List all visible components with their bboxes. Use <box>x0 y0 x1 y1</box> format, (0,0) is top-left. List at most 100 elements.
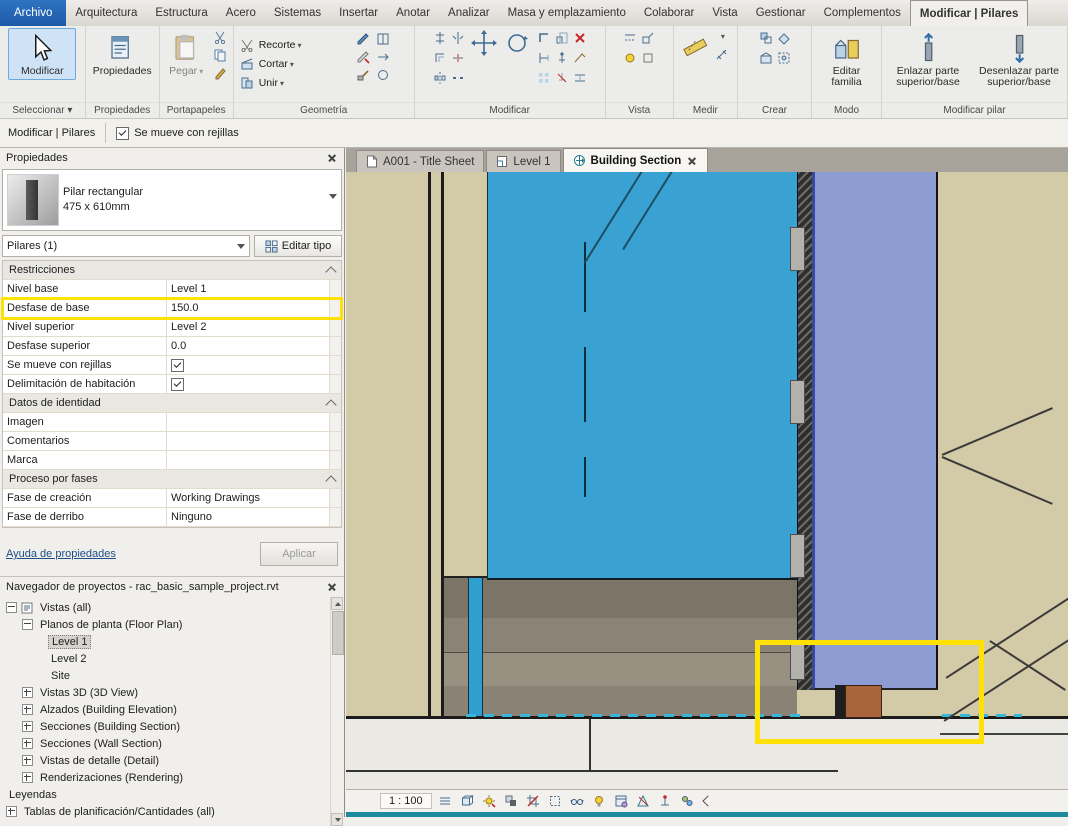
desfase-icon[interactable] <box>431 49 448 66</box>
opciones-geometria-icon[interactable] <box>375 66 392 83</box>
tree-item-level-1[interactable]: Level 1 <box>0 633 344 650</box>
propiedades-button[interactable]: Propiedades <box>91 28 153 80</box>
propagar-extensiones-icon[interactable] <box>571 69 588 86</box>
project-browser-scrollbar[interactable] <box>330 597 344 826</box>
tab-masa-y-emplazamiento[interactable]: Masa y emplazamiento <box>499 0 635 26</box>
crear-similar-icon[interactable] <box>757 29 774 46</box>
show-crop-region-icon[interactable] <box>546 793 564 810</box>
group-label-modificar[interactable]: Modificar <box>414 102 605 118</box>
row-desfase-de-base[interactable]: Desfase de base 150.0 <box>1 297 343 320</box>
checkbox-checked-icon[interactable] <box>116 126 130 140</box>
group-label-portapapeles[interactable]: Portapapeles <box>159 102 233 118</box>
expander-plus-icon[interactable] <box>22 721 33 732</box>
expander-plus-icon[interactable] <box>22 687 33 698</box>
visual-style-icon[interactable] <box>458 793 476 810</box>
editar-familia-button[interactable]: Editar familia <box>815 28 878 91</box>
property-value[interactable]: Level 2 <box>167 318 329 336</box>
project-browser-header[interactable]: Navegador de proyectos - rac_basic_sampl… <box>0 576 344 597</box>
checkbox-checked-icon[interactable] <box>171 377 184 391</box>
recortar-esquina-icon[interactable] <box>535 29 552 46</box>
tab-modificar-pilares[interactable]: Modificar | Pilares <box>909 0 1029 27</box>
desanclar-icon[interactable] <box>553 69 570 86</box>
section-datos-identidad[interactable]: Datos de identidad <box>3 394 341 413</box>
temporary-view-properties-icon[interactable] <box>612 793 630 810</box>
row-comentarios[interactable]: Comentarios <box>3 432 341 451</box>
igualar-tipo-icon[interactable] <box>571 49 588 66</box>
recorte-button[interactable]: Recorte <box>237 36 304 55</box>
cortar-al-portapapeles-icon[interactable] <box>211 28 228 45</box>
tree-item-secciones-wall[interactable]: Secciones (Wall Section) <box>0 735 344 752</box>
tab-gestionar[interactable]: Gestionar <box>747 0 815 26</box>
group-label-crear[interactable]: Crear <box>738 102 811 118</box>
close-view-tab-icon[interactable] <box>686 155 698 167</box>
modificar-button[interactable]: Modificar <box>8 28 77 80</box>
medir-regla-icon[interactable] <box>680 28 710 58</box>
group-label-medir[interactable]: Medir <box>673 102 737 118</box>
rotar-icon[interactable] <box>502 28 532 58</box>
hide-analytical-model-icon[interactable] <box>634 793 652 810</box>
property-value[interactable] <box>167 432 329 450</box>
sun-path-icon[interactable] <box>480 793 498 810</box>
collapse-chevron-icon[interactable] <box>325 474 337 487</box>
detail-level-icon[interactable] <box>436 793 454 810</box>
property-value[interactable]: Working Drawings <box>167 489 329 507</box>
tab-arquitectura[interactable]: Arquitectura <box>66 0 146 26</box>
tab-archivo[interactable]: Archivo <box>0 0 67 26</box>
view-tab-level-1[interactable]: Level 1 <box>486 150 561 172</box>
property-value-editing[interactable]: 150.0 <box>167 299 329 317</box>
eliminar-icon[interactable] <box>571 29 588 46</box>
tab-anotar[interactable]: Anotar <box>387 0 439 26</box>
row-desfase-superior[interactable]: Desfase superior 0.0 <box>3 337 341 356</box>
tab-insertar[interactable]: Insertar <box>330 0 387 26</box>
properties-palette-header[interactable]: Propiedades <box>0 148 344 168</box>
properties-help-link[interactable]: Ayuda de propiedades <box>6 548 116 560</box>
dividir-elemento-icon[interactable] <box>449 49 466 66</box>
tree-item-level-2[interactable]: Level 2 <box>0 650 344 667</box>
property-value[interactable]: Ninguno <box>167 508 329 526</box>
tab-complementos[interactable]: Complementos <box>815 0 910 26</box>
anclar-icon[interactable] <box>553 49 570 66</box>
close-project-browser-icon[interactable] <box>326 581 338 593</box>
expander-plus-icon[interactable] <box>22 704 33 715</box>
collapse-chevron-icon[interactable] <box>325 398 337 411</box>
expander-plus-icon[interactable] <box>6 806 17 817</box>
tree-item-secciones-building[interactable]: Secciones (Building Section) <box>0 718 344 735</box>
row-marca[interactable]: Marca <box>3 451 341 470</box>
medir-desplegable-icon[interactable] <box>713 28 730 45</box>
scroll-down-icon[interactable] <box>331 813 343 826</box>
group-label-propiedades[interactable]: Propiedades <box>85 102 159 118</box>
escala-icon[interactable] <box>553 29 570 46</box>
lineas-ocultas-icon[interactable] <box>622 29 639 46</box>
tree-item-alzados[interactable]: Alzados (Building Elevation) <box>0 701 344 718</box>
tree-item-vistas-de-detalle[interactable]: Vistas de detalle (Detail) <box>0 752 344 769</box>
row-fase-de-creacion[interactable]: Fase de creación Working Drawings <box>3 489 341 508</box>
dividir-cara-icon[interactable] <box>375 30 392 47</box>
tab-colaborar[interactable]: Colaborar <box>635 0 704 26</box>
type-selector[interactable]: Pilar rectangular 475 x 610mm <box>2 169 342 231</box>
row-nivel-base[interactable]: Nivel base Level 1 <box>3 280 341 299</box>
row-delimitacion-habitacion[interactable]: Delimitación de habitación <box>3 375 341 394</box>
group-label-vista[interactable]: Vista <box>605 102 673 118</box>
element-filter-combo[interactable]: Pilares (1) <box>2 235 250 257</box>
cambiar-orden-union-icon[interactable] <box>375 48 392 65</box>
close-properties-icon[interactable] <box>326 152 338 164</box>
row-se-mueve-con-rejillas[interactable]: Se mueve con rejillas <box>3 356 341 375</box>
type-selector-dropdown-icon[interactable] <box>329 194 337 199</box>
view-tab-a001-title-sheet[interactable]: A001 - Title Sheet <box>356 150 485 172</box>
collapse-chevron-icon[interactable] <box>325 265 337 278</box>
restablecer-vista-icon[interactable] <box>640 49 657 66</box>
shadows-icon[interactable] <box>502 793 520 810</box>
expander-plus-icon[interactable] <box>22 772 33 783</box>
tab-sistemas[interactable]: Sistemas <box>265 0 330 26</box>
view-tab-building-section[interactable]: Building Section <box>562 148 709 172</box>
section-proceso-por-fases[interactable]: Proceso por fases <box>3 470 341 489</box>
expander-plus-icon[interactable] <box>22 755 33 766</box>
row-nivel-superior[interactable]: Nivel superior Level 2 <box>3 318 341 337</box>
expander-plus-icon[interactable] <box>22 738 33 749</box>
section-restricciones[interactable]: Restricciones <box>3 261 341 280</box>
reveal-hidden-elements-icon[interactable] <box>590 793 608 810</box>
cortar-button[interactable]: Cortar <box>237 55 296 74</box>
worksharing-display-icon[interactable] <box>678 793 696 810</box>
desenlazar-parte-button[interactable]: Desenlazar parte superior/base <box>974 28 1064 91</box>
tree-item-site[interactable]: Site <box>0 667 344 684</box>
